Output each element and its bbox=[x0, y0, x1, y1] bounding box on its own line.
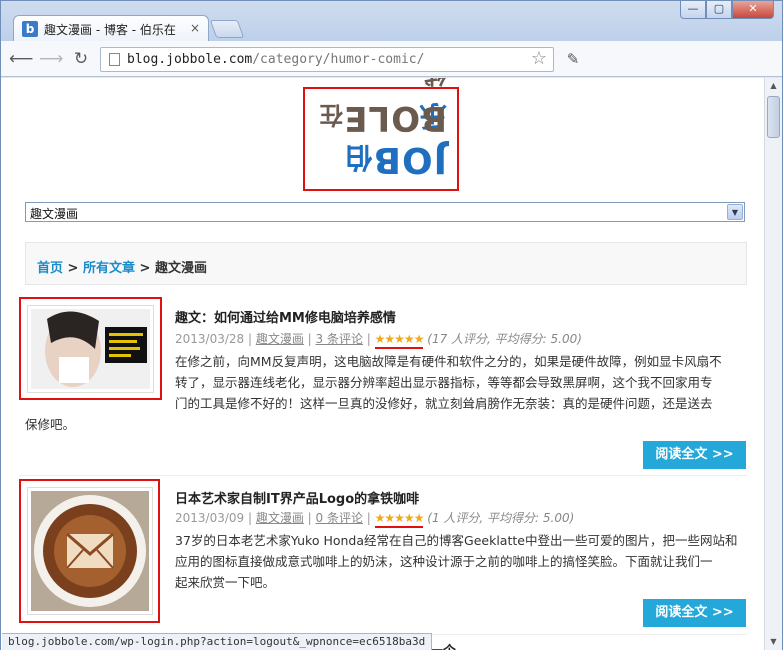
close-window-button[interactable]: ✕ bbox=[732, 1, 774, 19]
active-tab[interactable]: b 趣文漫画 - 博客 - 伯乐在 × bbox=[13, 15, 209, 42]
browser-window: b 趣文漫画 - 博客 - 伯乐在 × — ▢ ✕ ⟵ ⟶ ↻ blog.job… bbox=[0, 0, 783, 650]
rating-summary: (1 人评分, 平均得分: 5.00) bbox=[427, 511, 575, 525]
tab-strip: b 趣文漫画 - 博客 - 伯乐在 × — ▢ ✕ bbox=[1, 1, 782, 42]
page-icon bbox=[109, 53, 120, 66]
site-favicon-icon: b bbox=[22, 21, 38, 37]
excerpt-line: 门的工具是修不好的！这样一旦真的没修好，就立刻耸肩膀作无奈装：真的是硬件问题，还… bbox=[175, 396, 713, 411]
post-divider bbox=[19, 475, 747, 476]
read-more-button[interactable]: 阅读全文 >> bbox=[643, 599, 746, 627]
new-tab-button[interactable] bbox=[209, 20, 245, 38]
post-comments-link[interactable]: 0 条评论 bbox=[316, 511, 363, 525]
breadcrumb-home-link[interactable]: 首页 bbox=[37, 261, 63, 276]
girl-computer-image bbox=[31, 309, 150, 389]
excerpt-line: 37岁的日本老艺术家Yuko Honda经常在自己的博客Geeklatte中登出… bbox=[175, 533, 738, 548]
reload-icon[interactable]: ↻ bbox=[69, 47, 93, 71]
excerpt-line: 转了，显示器连线老化，显示器分辨率超出显示器指标，等等都会导致黑屏啊，这个我不回… bbox=[175, 375, 713, 390]
window-controls: — ▢ ✕ bbox=[680, 1, 774, 19]
post-thumbnail-highlight[interactable] bbox=[19, 297, 162, 400]
excerpt-line: 保修吧。 bbox=[25, 417, 76, 432]
post-excerpt: 37岁的日本老艺术家Yuko Honda经常在自己的博客Geeklatte中登出… bbox=[175, 530, 747, 593]
url-path: /category/humor-comic/ bbox=[252, 52, 425, 67]
maximize-button[interactable]: ▢ bbox=[706, 1, 732, 19]
rating-stars-icon[interactable]: ★★★★★ bbox=[374, 511, 424, 528]
category-select[interactable]: 趣文漫画 ▼ bbox=[25, 202, 745, 222]
minimize-button[interactable]: — bbox=[680, 1, 706, 19]
breadcrumb-separator: > bbox=[63, 261, 83, 276]
post-thumbnail bbox=[27, 487, 153, 615]
tab-title: 趣文漫画 - 博客 - 伯乐在 bbox=[44, 23, 176, 37]
read-more-button[interactable]: 阅读全文 >> bbox=[643, 441, 746, 469]
site-logo-highlight[interactable]: JOB伯乐 BOLE在线 bbox=[303, 78, 459, 191]
breadcrumb: 首页 > 所有文章 > 趣文漫画 bbox=[25, 242, 747, 285]
post-category-link[interactable]: 趣文漫画 bbox=[256, 332, 304, 346]
jobbole-logo: JOB伯乐 BOLE在线 bbox=[315, 78, 447, 181]
excerpt-line: 应用的图标直接做成意式咖啡上的奶沫，这种设计源于之前的咖啡上的搞怪笑脸。下面就让… bbox=[175, 554, 713, 569]
scroll-down-icon[interactable]: ▼ bbox=[767, 636, 780, 648]
rating-summary: (17 人评分, 平均得分: 5.00) bbox=[427, 332, 582, 346]
category-select-value: 趣文漫画 bbox=[30, 207, 79, 221]
post-category-link[interactable]: 趣文漫画 bbox=[256, 511, 304, 525]
rating-stars-icon[interactable]: ★★★★★ bbox=[374, 332, 424, 349]
excerpt-line: 在修之前，向MM反复声明，这电脑故障是有硬件和软件之分的，如果是硬件故障，例如显… bbox=[175, 354, 722, 369]
breadcrumb-separator: > bbox=[134, 261, 155, 276]
post-excerpt-tail: 保修吧。 bbox=[25, 414, 325, 435]
tab-close-icon[interactable]: × bbox=[190, 21, 200, 35]
address-bar[interactable]: blog.jobbole.com/category/humor-comic/ ☆ bbox=[100, 47, 554, 72]
forward-arrow-icon[interactable]: ⟶ bbox=[39, 47, 63, 71]
status-bubble: blog.jobbole.com/wp-login.php?action=log… bbox=[2, 633, 433, 650]
bookmark-star-icon[interactable]: ☆ bbox=[531, 48, 547, 69]
url-text[interactable]: blog.jobbole.com/category/humor-comic/ bbox=[127, 52, 424, 67]
post-date: 2013/03/09 bbox=[175, 511, 245, 525]
post-title-link[interactable]: 日本艺术家自制IT界产品Logo的拿铁咖啡 bbox=[175, 488, 419, 507]
logo-en-bottom: BOLE bbox=[343, 98, 447, 138]
post-title-link[interactable]: 趣文：如何通过给MM修电脑培养感情 bbox=[175, 307, 396, 326]
post-excerpt: 在修之前，向MM反复声明，这电脑故障是有硬件和软件之分的，如果是硬件故障，例如显… bbox=[175, 351, 747, 414]
post-date: 2013/03/28 bbox=[175, 332, 245, 346]
breadcrumb-all-link[interactable]: 所有文章 bbox=[83, 261, 135, 276]
back-arrow-icon[interactable]: ⟵ bbox=[9, 47, 33, 71]
browser-toolbar: ⟵ ⟶ ↻ blog.jobbole.com/category/humor-co… bbox=[1, 41, 782, 77]
vertical-scrollbar[interactable]: ▲ ▼ bbox=[764, 78, 782, 650]
post-comments-link[interactable]: 3 条评论 bbox=[316, 332, 363, 346]
scroll-up-icon[interactable]: ▲ bbox=[767, 80, 780, 92]
post-thumbnail bbox=[27, 305, 154, 393]
chevron-down-icon[interactable]: ▼ bbox=[727, 204, 743, 220]
page-viewport: JOB伯乐 BOLE在线 趣文漫画 ▼ 首页 > 所有文章 > 趣文漫画 bbox=[1, 78, 764, 650]
post-meta: 2013/03/28 | 趣文漫画 | 3 条评论 | ★★★★★ (17 人评… bbox=[175, 330, 582, 349]
latte-art-image bbox=[31, 491, 149, 611]
breadcrumb-current: 趣文漫画 bbox=[154, 261, 207, 276]
post-thumbnail-highlight[interactable] bbox=[19, 479, 160, 623]
excerpt-line: 起来欣赏一下吧。 bbox=[175, 575, 276, 590]
logo-en-top: JOB bbox=[372, 139, 447, 180]
wrench-menu-icon[interactable]: ✎ bbox=[563, 49, 583, 69]
url-host: blog.jobbole.com bbox=[127, 52, 253, 67]
scroll-thumb[interactable] bbox=[767, 96, 780, 138]
post-meta: 2013/03/09 | 趣文漫画 | 0 条评论 | ★★★★★ (1 人评分… bbox=[175, 509, 574, 528]
